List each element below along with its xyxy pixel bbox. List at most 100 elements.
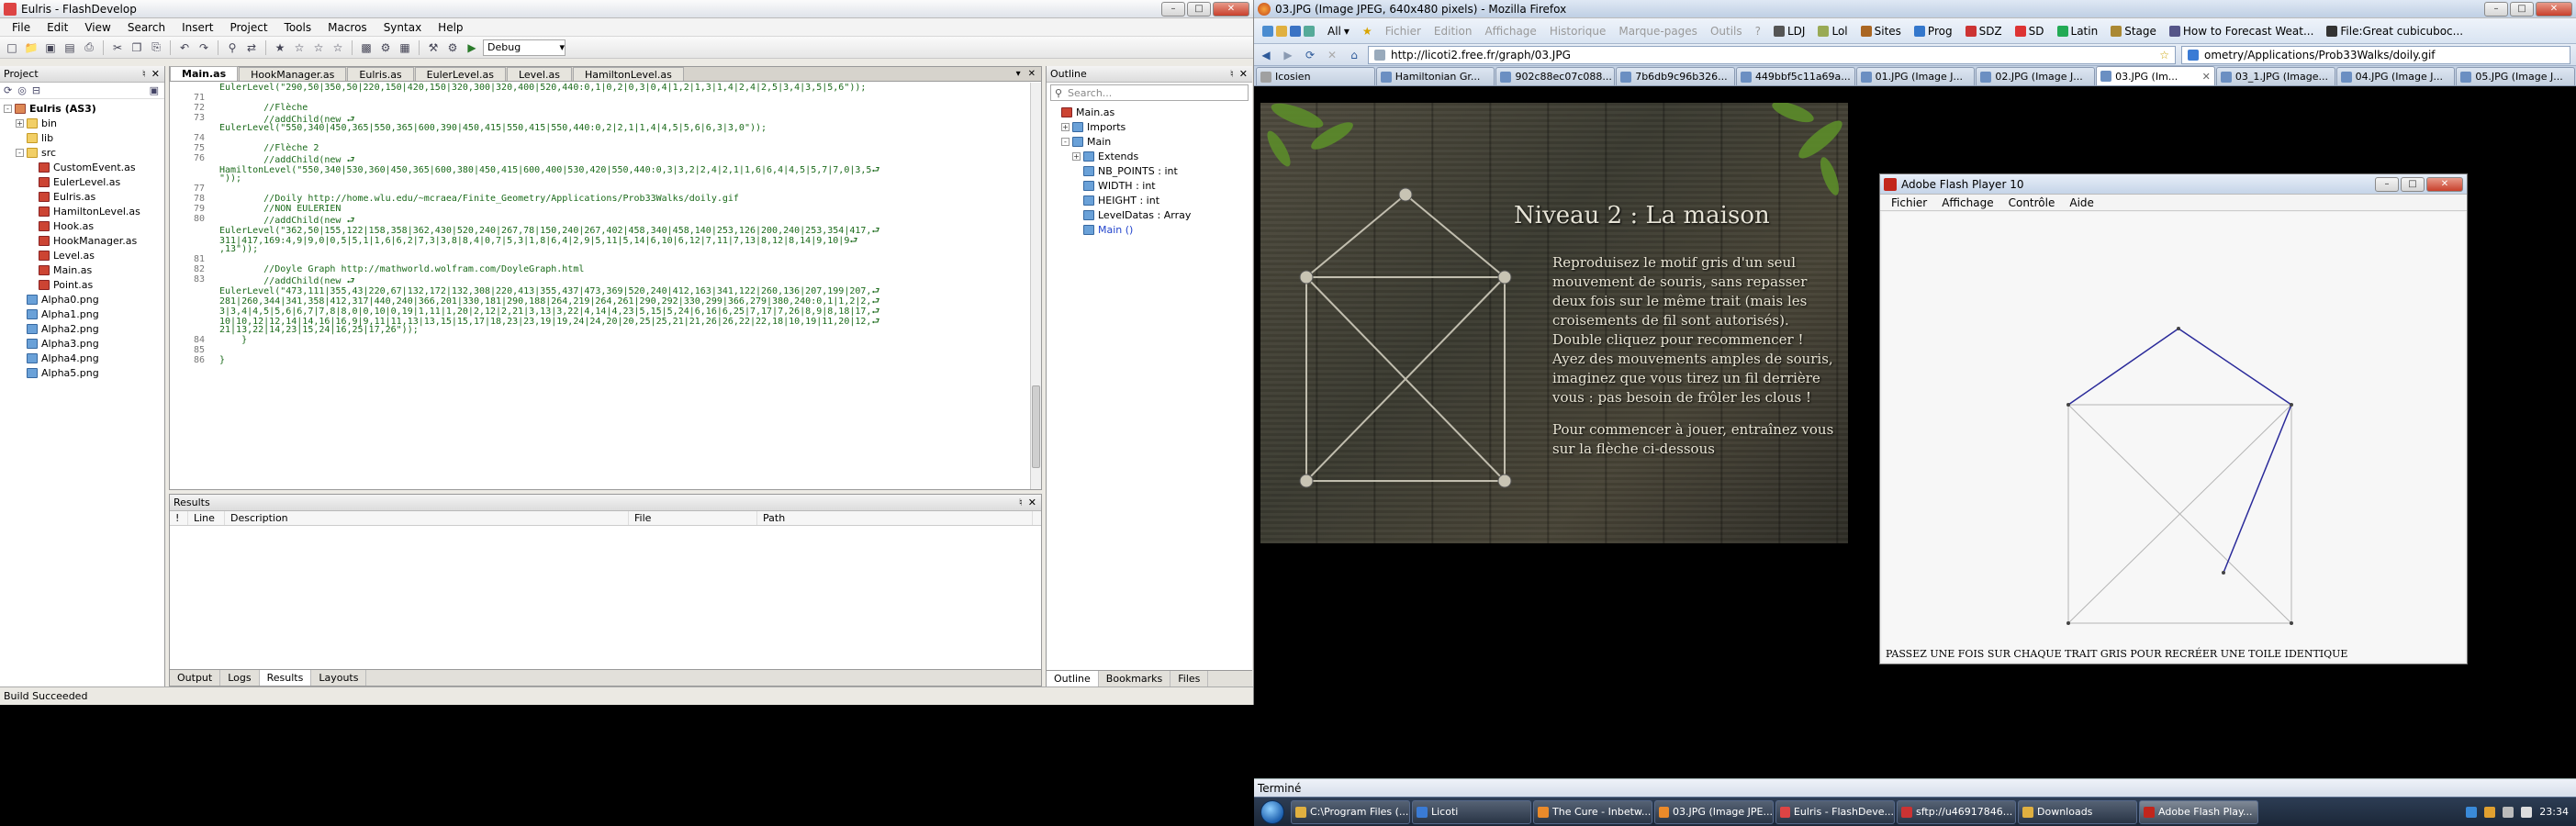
command-prompt-icon[interactable]: ▩ — [358, 39, 375, 56]
ff-menu-item[interactable]: Affichage — [1480, 25, 1540, 38]
print-icon[interactable]: ⎙ — [81, 39, 97, 56]
taskbar-button[interactable]: Adobe Flash Play... — [2139, 799, 2258, 824]
outline-item[interactable]: NB_POINTS : int — [1047, 163, 1252, 178]
forward-icon[interactable]: ▶ — [1280, 47, 1296, 63]
tree-item[interactable]: Alpha3.png — [0, 336, 164, 351]
undo-icon[interactable]: ↶ — [176, 39, 193, 56]
tab-list-icon[interactable]: ▾ — [1016, 69, 1021, 79]
bookmark-item[interactable]: Prog — [1910, 25, 1957, 38]
results-column-header[interactable]: Path — [757, 511, 1033, 525]
outline-item[interactable]: WIDTH : int — [1047, 178, 1252, 193]
bookmark-item[interactable]: SD — [2010, 25, 2049, 38]
tree-item[interactable]: Point.as — [0, 277, 164, 292]
ff-menu-icons[interactable] — [1258, 25, 1319, 37]
results-tab-results[interactable]: Results — [259, 670, 312, 686]
tree-item[interactable]: EulerLevel.as — [0, 174, 164, 189]
taskbar-button[interactable]: Downloads — [2018, 799, 2137, 824]
minimize-button[interactable]: – — [2484, 1, 2508, 17]
save-all-icon[interactable]: ▤ — [62, 39, 78, 56]
outline-tab-files[interactable]: Files — [1170, 671, 1209, 686]
editor-tab[interactable]: HamiltonLevel.as — [572, 67, 684, 81]
editor-tab[interactable]: HookManager.as — [239, 67, 347, 81]
results-column-header[interactable]: File — [629, 511, 757, 525]
expand-toggle-icon[interactable]: - — [4, 104, 12, 113]
browser-tab[interactable]: 04.JPG (Image J... — [2335, 67, 2456, 85]
maximize-button[interactable]: □ — [2510, 1, 2534, 17]
menu-macros[interactable]: Macros — [319, 21, 375, 34]
minimize-button[interactable]: – — [2375, 176, 2399, 192]
menu-project[interactable]: Project — [221, 21, 275, 34]
network-icon[interactable] — [2503, 806, 2514, 818]
ff-menu-item[interactable]: ? — [1751, 25, 1765, 38]
results-column-header[interactable]: ! — [170, 511, 188, 525]
menu-view[interactable]: View — [76, 21, 118, 34]
run-icon[interactable]: ▶ — [464, 39, 480, 56]
tree-item[interactable]: Eulris.as — [0, 189, 164, 204]
rebuild-icon[interactable]: ⚙ — [444, 39, 461, 56]
taskbar-button[interactable]: 03.JPG (Image JPE... — [1654, 799, 1774, 824]
expand-toggle-icon[interactable]: + — [1072, 151, 1081, 161]
bookmark-star-icon[interactable]: ★ — [1358, 25, 1377, 38]
refresh-icon[interactable]: ⟳ — [4, 84, 12, 96]
tree-item[interactable]: Hook.as — [0, 218, 164, 233]
ff-menu-item[interactable]: Marque-pages — [1614, 25, 1702, 38]
flash-house-graph[interactable] — [1882, 212, 2467, 662]
ff-menu-item[interactable]: Edition — [1429, 25, 1477, 38]
copy-icon[interactable]: ❐ — [129, 39, 145, 56]
tree-item[interactable]: Alpha0.png — [0, 292, 164, 307]
tree-item[interactable]: - src — [0, 145, 164, 160]
show-hidden-icon[interactable]: ◎ — [17, 84, 27, 96]
results-tab-layouts[interactable]: Layouts — [311, 670, 367, 686]
tree-item[interactable]: lib — [0, 130, 164, 145]
tray-icon[interactable] — [2484, 806, 2496, 818]
menu-syntax[interactable]: Syntax — [375, 21, 430, 34]
tree-item[interactable]: CustomEvent.as — [0, 160, 164, 174]
maximize-button[interactable]: □ — [1187, 1, 1211, 17]
all-menu[interactable]: All ▾ — [1323, 25, 1354, 38]
taskbar-button[interactable]: Eulris - FlashDeve... — [1775, 799, 1895, 824]
ff-menu-item[interactable]: Fichier — [1381, 25, 1426, 38]
browser-tab[interactable]: 7b6db9c96b326... — [1616, 67, 1735, 85]
build-config-select[interactable]: Debug ▾ — [483, 39, 566, 56]
bookmark-item[interactable]: How to Forecast Weat... — [2165, 25, 2319, 38]
browser-tab[interactable]: 02.JPG (Image J... — [1976, 67, 2096, 85]
build-icon[interactable]: ⚒ — [425, 39, 442, 56]
tree-item[interactable]: Alpha2.png — [0, 321, 164, 336]
paste-icon[interactable]: ⎘ — [148, 39, 164, 56]
tree-item[interactable]: Alpha4.png — [0, 351, 164, 365]
taskbar-button[interactable]: C:\Program Files (... — [1291, 799, 1410, 824]
bookmark-item[interactable]: SDZ — [1961, 25, 2007, 38]
ff-menu-item[interactable]: Outils — [1706, 25, 1747, 38]
outline-search-input[interactable]: ⚲ Search... — [1050, 84, 1249, 101]
tree-item[interactable]: Alpha1.png — [0, 307, 164, 321]
cut-icon[interactable]: ✂ — [109, 39, 126, 56]
minimize-button[interactable]: – — [1161, 1, 1185, 17]
windows-icon[interactable]: ▦ — [397, 39, 413, 56]
close-icon[interactable]: ✕ — [151, 68, 160, 80]
flash-menu-item[interactable]: Affichage — [1934, 195, 2000, 210]
bookmark-clear-icon[interactable]: ☆ — [330, 39, 346, 56]
flash-stage[interactable]: PASSEZ UNE FOIS SUR CHAQUE TRAIT GRIS PO… — [1882, 212, 2465, 662]
close-button[interactable]: ✕ — [2536, 1, 2572, 17]
outline-item[interactable]: HEIGHT : int — [1047, 193, 1252, 207]
bookmark-next-icon[interactable]: ☆ — [310, 39, 327, 56]
browser-tab[interactable]: 449bbf5c11a69a... — [1735, 67, 1855, 85]
outline-item[interactable]: - Main — [1047, 134, 1252, 149]
stop-icon[interactable]: ✕ — [1324, 47, 1340, 63]
browser-tab[interactable]: Hamiltonian Gr... — [1375, 67, 1495, 85]
bookmark-icon[interactable]: ★ — [272, 39, 288, 56]
close-icon[interactable]: ✕ — [1239, 68, 1248, 80]
new-file-icon[interactable]: □ — [4, 39, 20, 56]
flash-menu-item[interactable]: Fichier — [1884, 195, 1934, 210]
outline-item[interactable]: LevelDatas : Array — [1047, 207, 1252, 222]
clock[interactable]: 23:34 — [2539, 806, 2569, 818]
browser-tab[interactable]: Icosien — [1256, 67, 1375, 85]
back-icon[interactable]: ◀ — [1258, 47, 1274, 63]
close-button[interactable]: ✕ — [1213, 1, 1249, 17]
menu-insert[interactable]: Insert — [174, 21, 221, 34]
expand-toggle-icon[interactable]: + — [16, 118, 24, 128]
tree-item[interactable]: HookManager.as — [0, 233, 164, 248]
taskbar-button[interactable]: The Cure - Inbetw... — [1533, 799, 1652, 824]
tree-item[interactable]: Alpha5.png — [0, 365, 164, 380]
browser-tab[interactable]: 01.JPG (Image J... — [1855, 67, 1976, 85]
